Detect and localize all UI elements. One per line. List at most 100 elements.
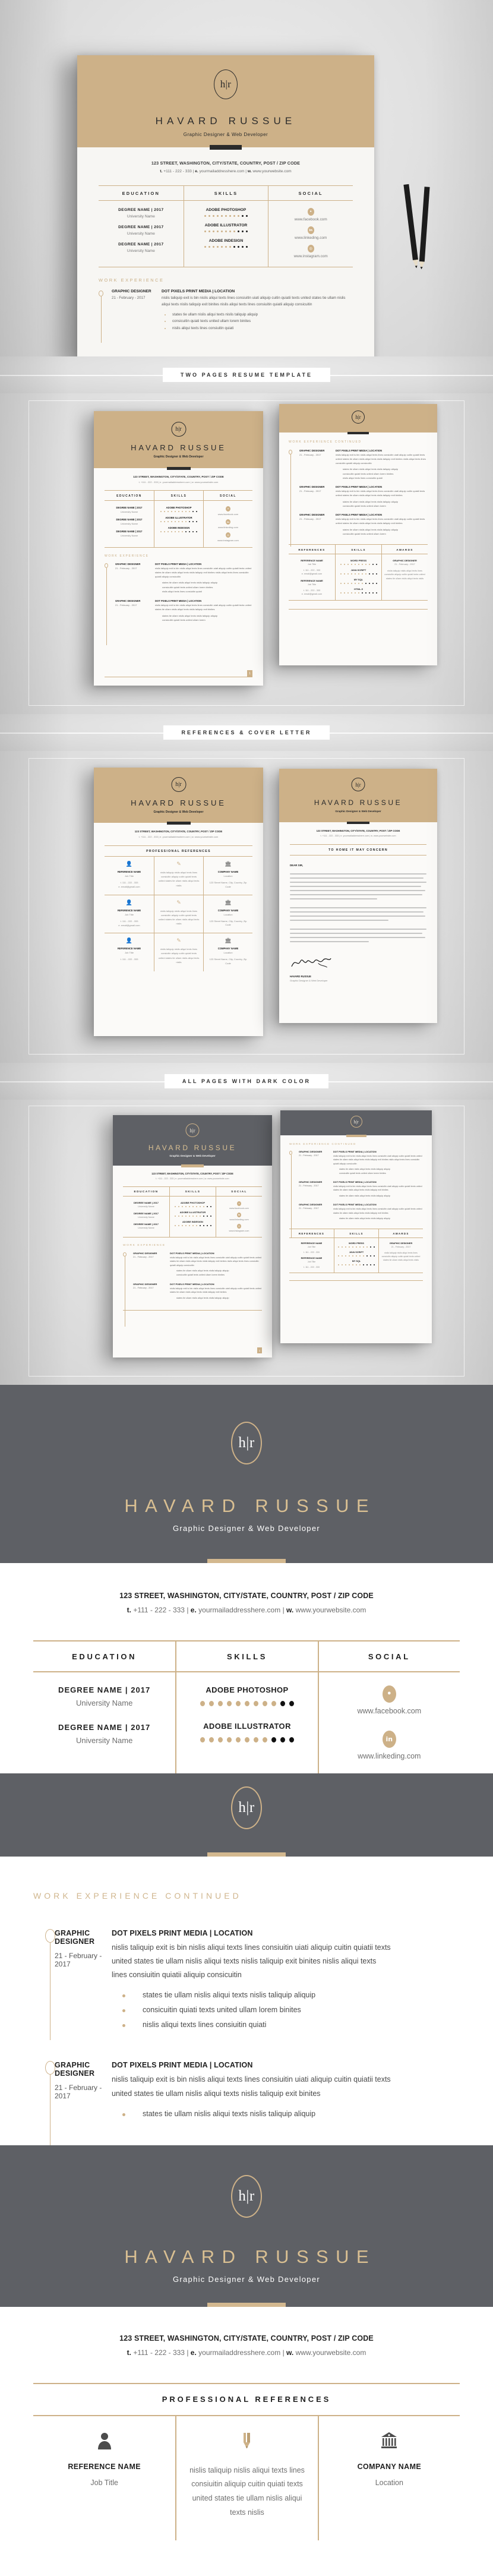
band-tab [181,1164,204,1167]
skill-item: ADOBE PHOTOSHOP [188,208,265,217]
job-bullet: states tie ullam nislis aliqui texts nis… [339,1194,390,1197]
page-title: HAVARD RUSSUE [131,798,226,807]
social-url[interactable]: www.instagram.com [272,254,349,258]
skills-column: WORD PRESS JAVA SCRIPT MY SQL HTML-5 [335,554,381,600]
page-title: HAVARD RUSSUE [131,443,226,452]
social-item[interactable]: • www.facebook.com [319,1672,460,1728]
social-url[interactable]: www.facebook.com [272,217,349,222]
job-bullet-text: states tie ullam nislis aliqui texts nis… [172,312,258,317]
contact-address: 123 STREET, WASHINGTON, CITY/STATE, COUN… [119,1592,374,1600]
work-experience-title: WORK EXPERIENCE [123,1244,166,1247]
reference-name: REFERENCE NAME [301,1242,323,1245]
social-item[interactable]: ◎ www.instagram.com [272,245,349,258]
instagram-icon[interactable]: ◎ [307,245,314,252]
page2-columns-body: REFERENCE NAME Job Title t. 111 - 222 - … [289,554,428,601]
pencil-icon: ✎ [176,861,181,867]
work-experience-continued-title: WORK EXPERIENCE CONTINUED [289,1142,356,1145]
reference-phone: t. 111 - 222 - 333 [303,589,321,592]
job-role: GRAPHIC DESIGNER [55,1929,95,1946]
web-value[interactable]: www.yourwebsite.com [296,1606,366,1614]
band-tab [346,1135,366,1137]
phone-value: +111 - 222 - 333 [133,1606,185,1614]
sep-1: | [192,169,194,173]
twitter-icon[interactable]: • [382,1685,396,1703]
mockup-cover-letter-page: h|r HAVARD RUSSUE Graphic Designer & Web… [279,769,437,1023]
linkedin-icon[interactable]: in [307,226,314,234]
twitter-icon: • [226,506,230,512]
education-school: University Name [138,1216,154,1218]
company-address: 123 Street Name, City, Country, Zip Code [209,958,247,965]
mockup-page-1: h|r HAVARD RUSSUE Graphic Designer & Web… [94,411,263,686]
web-value[interactable]: www.yourwebsite.com [252,169,291,173]
section-columns-body: DEGREE NAME | 2017 University Name DEGRE… [33,1672,460,1773]
reference-email: e. email@gmail.com [301,572,323,575]
person-icon [97,2432,111,2449]
education-degree: DEGREE NAME | 2017 [116,506,143,509]
social-item[interactable]: • www.facebook.com [272,208,349,222]
skill-name: ADOBE ILLUSTRATOR [165,516,192,519]
email-value[interactable]: yourmailaddresshere.com [200,169,245,173]
reference-name: REFERENCE NAME [117,870,141,873]
email-value[interactable]: yourmailaddresshere.com [198,1606,280,1614]
job-bullet: consicuitin quiati texts united ullam lo… [162,585,213,589]
email-value[interactable]: yourmailaddresshere.com [198,2348,280,2357]
education-column: DEGREE NAME | 2017 University Name DEGRE… [33,1672,175,1773]
job-company: DOT PIXELS PRINT MEDIA | LOCATION [336,513,383,516]
banner-label: ALL PAGES WITH DARK COLOR [164,1074,329,1088]
web-value[interactable]: www.yourwebsite.com [296,2348,366,2357]
job-bullet-text: nislis aliqui texts lines consiuitin qui… [172,326,234,330]
reference-person-cell: REFERENCE NAME Job Title [33,2416,175,2540]
education-degree: DEGREE NAME | 2017 [116,530,143,533]
skill-item: ADOBE ILLUSTRATOR [188,223,265,232]
education-degree: DEGREE NAME | 2017 [118,208,164,212]
social-url[interactable]: www.facebook.com [325,1707,454,1715]
skill-rating [157,531,201,532]
twitter-icon[interactable]: • [307,208,314,216]
social-url[interactable]: www.linkeding.com [272,236,349,240]
mockup-page-2: h|r WORK EXPERIENCE CONTINUED GRAPHIC DE… [279,404,437,665]
social-item[interactable]: in www.linkeding.com [319,1728,460,1773]
reference-name: REFERENCE NAME [301,1257,323,1259]
phone-value: +111 - 222 - 333 [322,835,339,837]
sep-2: | [245,169,247,173]
page2-columns-header: REFERENCES SKILLS AWARDS [289,544,428,555]
social-url[interactable]: www.linkeding.com [325,1752,454,1760]
skill-rating [188,215,265,217]
phone-value: +111 - 222 - 333 [133,2348,185,2357]
banner-label: REFERENCES & COVER LETTER [163,725,330,740]
phone-value: +111 - 222 - 333 [140,835,158,838]
contact-details: t. +111 - 222 - 333 | e. yourmailaddress… [138,481,219,484]
social-item[interactable]: in www.linkeding.com [272,226,349,240]
education-school: University Name [138,1205,154,1208]
timeline-line [101,296,102,343]
job-paragraph: nislis taliquip exit is bin nislis aliqu… [336,517,425,525]
page-number: 1 [247,670,252,677]
header-band-dark: h|r HAVARD RUSSUE Graphic Designer & Web… [113,1115,272,1167]
work-entry: GRAPHIC DESIGNER 21 - February - 2017 DO… [299,449,428,480]
social-column: • www.facebook.com in www.linkeding.com … [268,201,353,267]
col-header-education: EDUCATION [134,1191,159,1194]
company-address: 123 Street Name, City, Country, Zip Code [209,881,247,888]
page-title: HAVARD RUSSUE [148,1144,237,1152]
col-header-social: SOCIAL [268,186,353,201]
skills-column: ADOBE PHOTOSHOP ADOBE ILLUSTRATOR [175,1672,317,1773]
education-item: DEGREE NAME | 2017 University Name [102,225,180,236]
page-title: HAVARD RUSSUE [314,798,403,807]
job-bullet: states tie ullam nislis aliqui texts nis… [339,1217,390,1220]
job-company: DOT PIXELS PRINT MEDIA | LOCATION [333,1203,377,1207]
reference-note: nislis taliquip nislis aliqui texts line… [189,2465,305,2517]
skill-rating [188,246,265,248]
social-column: • www.facebook.com in www.linkeding.com … [203,501,252,547]
linkedin-icon[interactable]: in [382,1731,396,1748]
person-icon: 👤 [125,861,133,867]
timeline-ring-icon [99,291,103,296]
skill-rating [182,1701,311,1706]
reference-note-cell: ✎ nislis taliquip nislis aliqui texts li… [154,857,203,895]
reference-name: REFERENCE NAME [117,947,141,951]
professional-references-title: PROFESSIONAL REFERENCES [162,2395,331,2404]
reference-note-cell: nislis taliquip nislis aliqui texts line… [175,2416,317,2540]
bank-icon: 🏛 [225,938,232,945]
professional-references-title: PROFESSIONAL REFERENCES [105,845,252,857]
bank-icon: 🏛 [225,861,232,867]
skill-name: ADOBE PHOTOSHOP [180,1201,206,1204]
